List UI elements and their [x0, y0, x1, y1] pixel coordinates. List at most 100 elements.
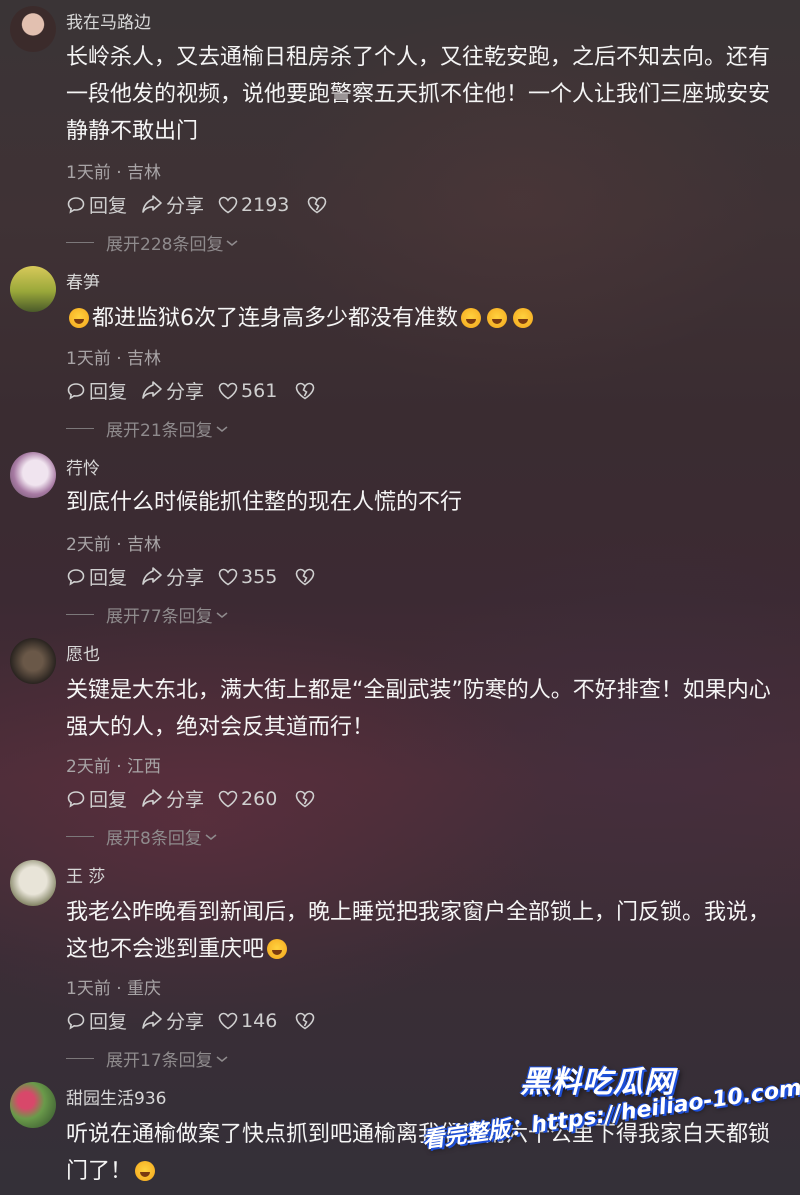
like-count: 260: [241, 787, 278, 810]
heart-icon: [218, 568, 238, 585]
broken-heart-icon: [308, 196, 327, 213]
share-label: 分享: [166, 195, 205, 217]
avatar[interactable]: [10, 266, 56, 312]
comment-meta: 2天前 · 江西: [66, 757, 162, 777]
share-button[interactable]: 分享: [141, 1007, 204, 1034]
expand-replies-button[interactable]: 展开17条回复: [66, 1046, 229, 1071]
avatar[interactable]: [10, 1082, 56, 1128]
like-button[interactable]: 561: [218, 380, 277, 402]
expand-replies-button[interactable]: 展开228条回复: [66, 230, 239, 255]
dislike-button[interactable]: [295, 568, 318, 586]
chevron-down-icon: [205, 833, 217, 840]
chevron-down-icon: [216, 611, 228, 618]
comment-meta: 2天前 · 吉林: [66, 535, 162, 555]
heart-icon: [218, 790, 238, 807]
comment-actions: 回复 分享 561: [66, 377, 332, 404]
watermark-title: 黑料吃瓜网: [520, 1065, 675, 1100]
broken-heart-icon: [295, 568, 315, 585]
expand-replies-button[interactable]: 展开77条回复: [66, 602, 229, 627]
like-button[interactable]: 146: [218, 1010, 277, 1032]
share-label: 分享: [166, 1011, 205, 1033]
dislike-button[interactable]: [295, 1012, 318, 1030]
emoji-icon: [267, 939, 288, 959]
divider-line: [66, 836, 94, 837]
reply-icon: [67, 1012, 85, 1030]
dislike-button[interactable]: [295, 382, 318, 400]
emoji-icon: [69, 308, 89, 328]
like-button[interactable]: 355: [218, 566, 277, 588]
comment-text-content: 听说在通榆做案了快点抓到吧通榆离我们洮南六十公里下得我家白天都锁门了！: [66, 1122, 771, 1184]
share-button[interactable]: 分享: [141, 377, 204, 404]
expand-replies-button[interactable]: 展开21条回复: [66, 416, 229, 441]
heart-icon: [218, 1012, 238, 1029]
like-button[interactable]: 260: [218, 788, 277, 810]
comment-text: 我老公昨晚看到新闻后，晚上睡觉把我家窗户全部锁上，门反锁。我说，这也不会逃到重庆…: [66, 894, 786, 968]
comment-text-content: 都进监狱6次了连身高多少都没有准数: [92, 306, 458, 331]
expand-replies-label: 展开17条回复: [106, 1051, 213, 1071]
expand-replies-label: 展开8条回复: [106, 829, 202, 849]
comment-username[interactable]: 愿也: [66, 640, 100, 665]
reply-button[interactable]: 回复: [66, 1007, 127, 1034]
dislike-button[interactable]: [307, 196, 330, 214]
share-button[interactable]: 分享: [141, 785, 204, 812]
comment-text: 长岭杀人，又去通榆日租房杀了个人，又往乾安跑，之后不知去向。还有一段他发的视频，…: [66, 45, 771, 144]
comment-text-content: 我老公昨晚看到新闻后，晚上睡觉把我家窗户全部锁上，门反锁。我说，这也不会逃到重庆…: [66, 900, 771, 962]
reply-icon: [67, 568, 85, 586]
heart-icon: [218, 196, 238, 213]
share-button[interactable]: 分享: [141, 191, 204, 218]
emoji-icon: [487, 308, 507, 328]
broken-heart-icon: [295, 790, 315, 807]
share-icon: [142, 788, 162, 807]
divider-line: [66, 428, 94, 429]
chevron-down-icon: [216, 425, 228, 432]
chevron-down-icon: [216, 1055, 228, 1062]
emoji-icon: [461, 308, 481, 328]
comment-username[interactable]: 甜园生活936: [66, 1084, 166, 1109]
emoji-icon: [513, 308, 533, 328]
avatar[interactable]: [10, 860, 56, 906]
broken-heart-icon: [295, 1012, 315, 1029]
expand-replies-label: 展开228条回复: [106, 235, 224, 255]
share-label: 分享: [166, 567, 205, 589]
comment-username[interactable]: 春笋: [66, 268, 100, 293]
share-icon: [142, 380, 162, 399]
comment-meta: 1天前 · 吉林: [66, 163, 162, 183]
heart-icon: [218, 382, 238, 399]
expand-replies-label: 展开77条回复: [106, 607, 213, 627]
comment-username[interactable]: 王 莎: [66, 862, 105, 887]
divider-line: [66, 614, 94, 615]
reply-label: 回复: [89, 1011, 128, 1033]
reply-icon: [67, 790, 85, 808]
avatar[interactable]: [10, 452, 56, 498]
share-icon: [142, 1010, 162, 1029]
comment-text: 听说在通榆做案了快点抓到吧通榆离我们洮南六十公里下得我家白天都锁门了！: [66, 1116, 786, 1190]
reply-button[interactable]: 回复: [66, 785, 127, 812]
comment-actions: 回复 分享 355: [66, 563, 332, 590]
comment-username[interactable]: 荇怜: [66, 454, 100, 479]
comment-text: 到底什么时候能抓住整的现在人慌的不行: [66, 490, 463, 515]
like-count: 146: [241, 1009, 278, 1032]
like-count: 355: [241, 565, 278, 588]
expand-replies-label: 展开21条回复: [106, 421, 213, 441]
like-count: 561: [241, 379, 278, 402]
comment-username[interactable]: 我在马路边: [66, 8, 151, 33]
avatar[interactable]: [10, 6, 56, 52]
broken-heart-icon: [295, 382, 315, 399]
comment-meta: 1天前 · 吉林: [66, 349, 162, 369]
reply-button[interactable]: 回复: [66, 191, 127, 218]
comment-text: 关键是大东北，满大街上都是“全副武装”防寒的人。不好排查！如果内心强大的人，绝对…: [66, 678, 771, 740]
like-button[interactable]: 2193: [218, 194, 289, 216]
expand-replies-button[interactable]: 展开8条回复: [66, 824, 218, 849]
reply-label: 回复: [89, 195, 128, 217]
reply-button[interactable]: 回复: [66, 377, 127, 404]
comment-actions: 回复 分享 2193: [66, 191, 344, 218]
reply-label: 回复: [89, 789, 128, 811]
divider-line: [66, 1058, 94, 1059]
avatar[interactable]: [10, 638, 56, 684]
reply-icon: [67, 196, 85, 214]
share-label: 分享: [166, 789, 205, 811]
share-button[interactable]: 分享: [141, 563, 204, 590]
dislike-button[interactable]: [295, 790, 318, 808]
reply-button[interactable]: 回复: [66, 563, 127, 590]
share-icon: [142, 566, 162, 585]
